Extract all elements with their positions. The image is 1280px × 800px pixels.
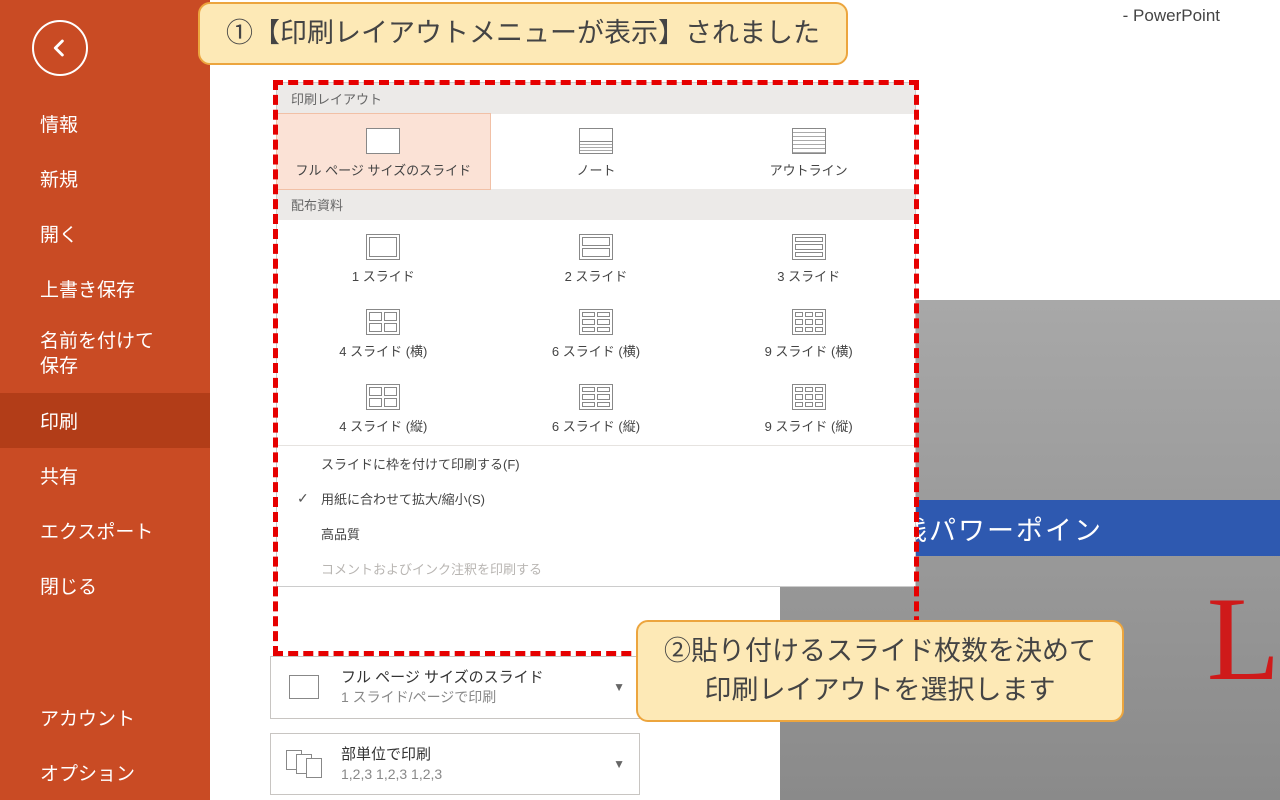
handout-thumb-icon bbox=[366, 309, 400, 335]
sidebar-item[interactable]: 印刷 bbox=[0, 393, 210, 448]
layout-thumb-icon bbox=[579, 128, 613, 154]
option-label: ノート bbox=[576, 160, 615, 179]
sidebar-item[interactable]: 情報 bbox=[0, 96, 210, 151]
handout-thumb-icon bbox=[792, 384, 826, 410]
sidebar-item[interactable]: 開く bbox=[0, 206, 210, 261]
sidebar-item[interactable]: 新規 bbox=[0, 151, 210, 206]
option-label: 3 スライド bbox=[777, 266, 840, 285]
collate-icon bbox=[281, 746, 327, 782]
dropdown-line1: フル ページ サイズのスライド bbox=[341, 667, 599, 688]
option-label: 4 スライド (横) bbox=[339, 341, 427, 360]
chevron-down-icon: ▼ bbox=[613, 757, 629, 771]
handout-thumb-icon bbox=[366, 234, 400, 260]
option-label: 9 スライド (縦) bbox=[765, 416, 853, 435]
handout-option[interactable]: 6 スライド (縦) bbox=[490, 370, 703, 445]
sidebar-item[interactable]: 上書き保存 bbox=[0, 261, 210, 316]
handout-thumb-icon bbox=[579, 309, 613, 335]
handout-thumb-icon bbox=[579, 234, 613, 260]
layout-thumb-icon bbox=[792, 128, 826, 154]
print-option-row[interactable]: スライドに枠を付けて印刷する(F) bbox=[277, 446, 915, 481]
arrow-left-icon bbox=[46, 34, 74, 62]
option-label: 9 スライド (横) bbox=[765, 341, 853, 360]
sidebar-item[interactable]: オプション bbox=[0, 745, 210, 800]
option-label: フル ページ サイズのスライド bbox=[296, 160, 472, 179]
layout-option[interactable]: フル ページ サイズのスライド bbox=[277, 114, 490, 189]
option-label: アウトライン bbox=[770, 160, 848, 179]
handout-option[interactable]: 6 スライド (横) bbox=[490, 295, 703, 370]
layout-option[interactable]: ノート bbox=[490, 114, 703, 189]
handout-option[interactable]: 2 スライド bbox=[490, 220, 703, 295]
handout-option[interactable]: 9 スライド (縦) bbox=[702, 370, 915, 445]
handout-option[interactable]: 1 スライド bbox=[277, 220, 490, 295]
sidebar-item[interactable]: アカウント bbox=[0, 690, 210, 745]
option-label: 2 スライド bbox=[565, 266, 628, 285]
annotation-callout-1: ①【印刷レイアウトメニューが表示】されました bbox=[198, 2, 848, 65]
handout-option[interactable]: 3 スライド bbox=[702, 220, 915, 295]
page-icon bbox=[281, 669, 327, 705]
layout-thumb-icon bbox=[366, 128, 400, 154]
handout-option[interactable]: 4 スライド (横) bbox=[277, 295, 490, 370]
print-option-row: コメントおよびインク注釈を印刷する bbox=[277, 551, 915, 586]
sidebar-item[interactable]: 共有 bbox=[0, 448, 210, 503]
dropdown-line2: 1 スライド/ページで印刷 bbox=[341, 688, 599, 708]
section-header-handouts: 配布資料 bbox=[277, 189, 915, 220]
handout-thumb-icon bbox=[792, 309, 826, 335]
handout-thumb-icon bbox=[579, 384, 613, 410]
print-option-row[interactable]: 高品質 bbox=[277, 516, 915, 551]
handout-thumb-icon bbox=[366, 384, 400, 410]
layout-option[interactable]: アウトライン bbox=[702, 114, 915, 189]
sidebar-item[interactable]: 名前を付けて保存 bbox=[0, 316, 210, 393]
back-button[interactable] bbox=[32, 20, 88, 76]
dropdown-line1: 部単位で印刷 bbox=[341, 744, 599, 765]
collate-dropdown[interactable]: 部単位で印刷 1,2,3 1,2,3 1,2,3 ▼ bbox=[270, 733, 640, 796]
print-option-row[interactable]: 用紙に合わせて拡大/縮小(S) bbox=[277, 481, 915, 516]
section-header-print-layout: 印刷レイアウト bbox=[277, 83, 915, 114]
layout-dropdown[interactable]: フル ページ サイズのスライド 1 スライド/ページで印刷 ▼ bbox=[270, 656, 640, 719]
print-settings: フル ページ サイズのスライド 1 スライド/ページで印刷 ▼ 部単位で印刷 1… bbox=[270, 656, 640, 795]
slide-decorative-letter: L bbox=[1207, 570, 1280, 708]
handout-option[interactable]: 9 スライド (横) bbox=[702, 295, 915, 370]
handout-option[interactable]: 4 スライド (縦) bbox=[277, 370, 490, 445]
option-label: 6 スライド (縦) bbox=[552, 416, 640, 435]
print-layout-menu: 印刷レイアウト フル ページ サイズのスライド ノート アウトライン 配布資料 1 … bbox=[276, 82, 916, 587]
sidebar-item[interactable]: 閉じる bbox=[0, 558, 210, 613]
option-label: 1 スライド bbox=[352, 266, 415, 285]
sidebar-item[interactable]: エクスポート bbox=[0, 503, 210, 558]
backstage-sidebar: 情報新規開く上書き保存名前を付けて保存印刷共有エクスポート閉じる アカウントオプ… bbox=[0, 0, 210, 800]
chevron-down-icon: ▼ bbox=[613, 680, 629, 694]
handout-thumb-icon bbox=[792, 234, 826, 260]
annotation-callout-2: ②貼り付けるスライド枚数を決めて 印刷レイアウトを選択します bbox=[636, 620, 1124, 722]
dropdown-line2: 1,2,3 1,2,3 1,2,3 bbox=[341, 765, 599, 785]
option-label: 4 スライド (縦) bbox=[339, 416, 427, 435]
window-title: - PowerPoint bbox=[1123, 6, 1220, 26]
option-label: 6 スライド (横) bbox=[552, 341, 640, 360]
